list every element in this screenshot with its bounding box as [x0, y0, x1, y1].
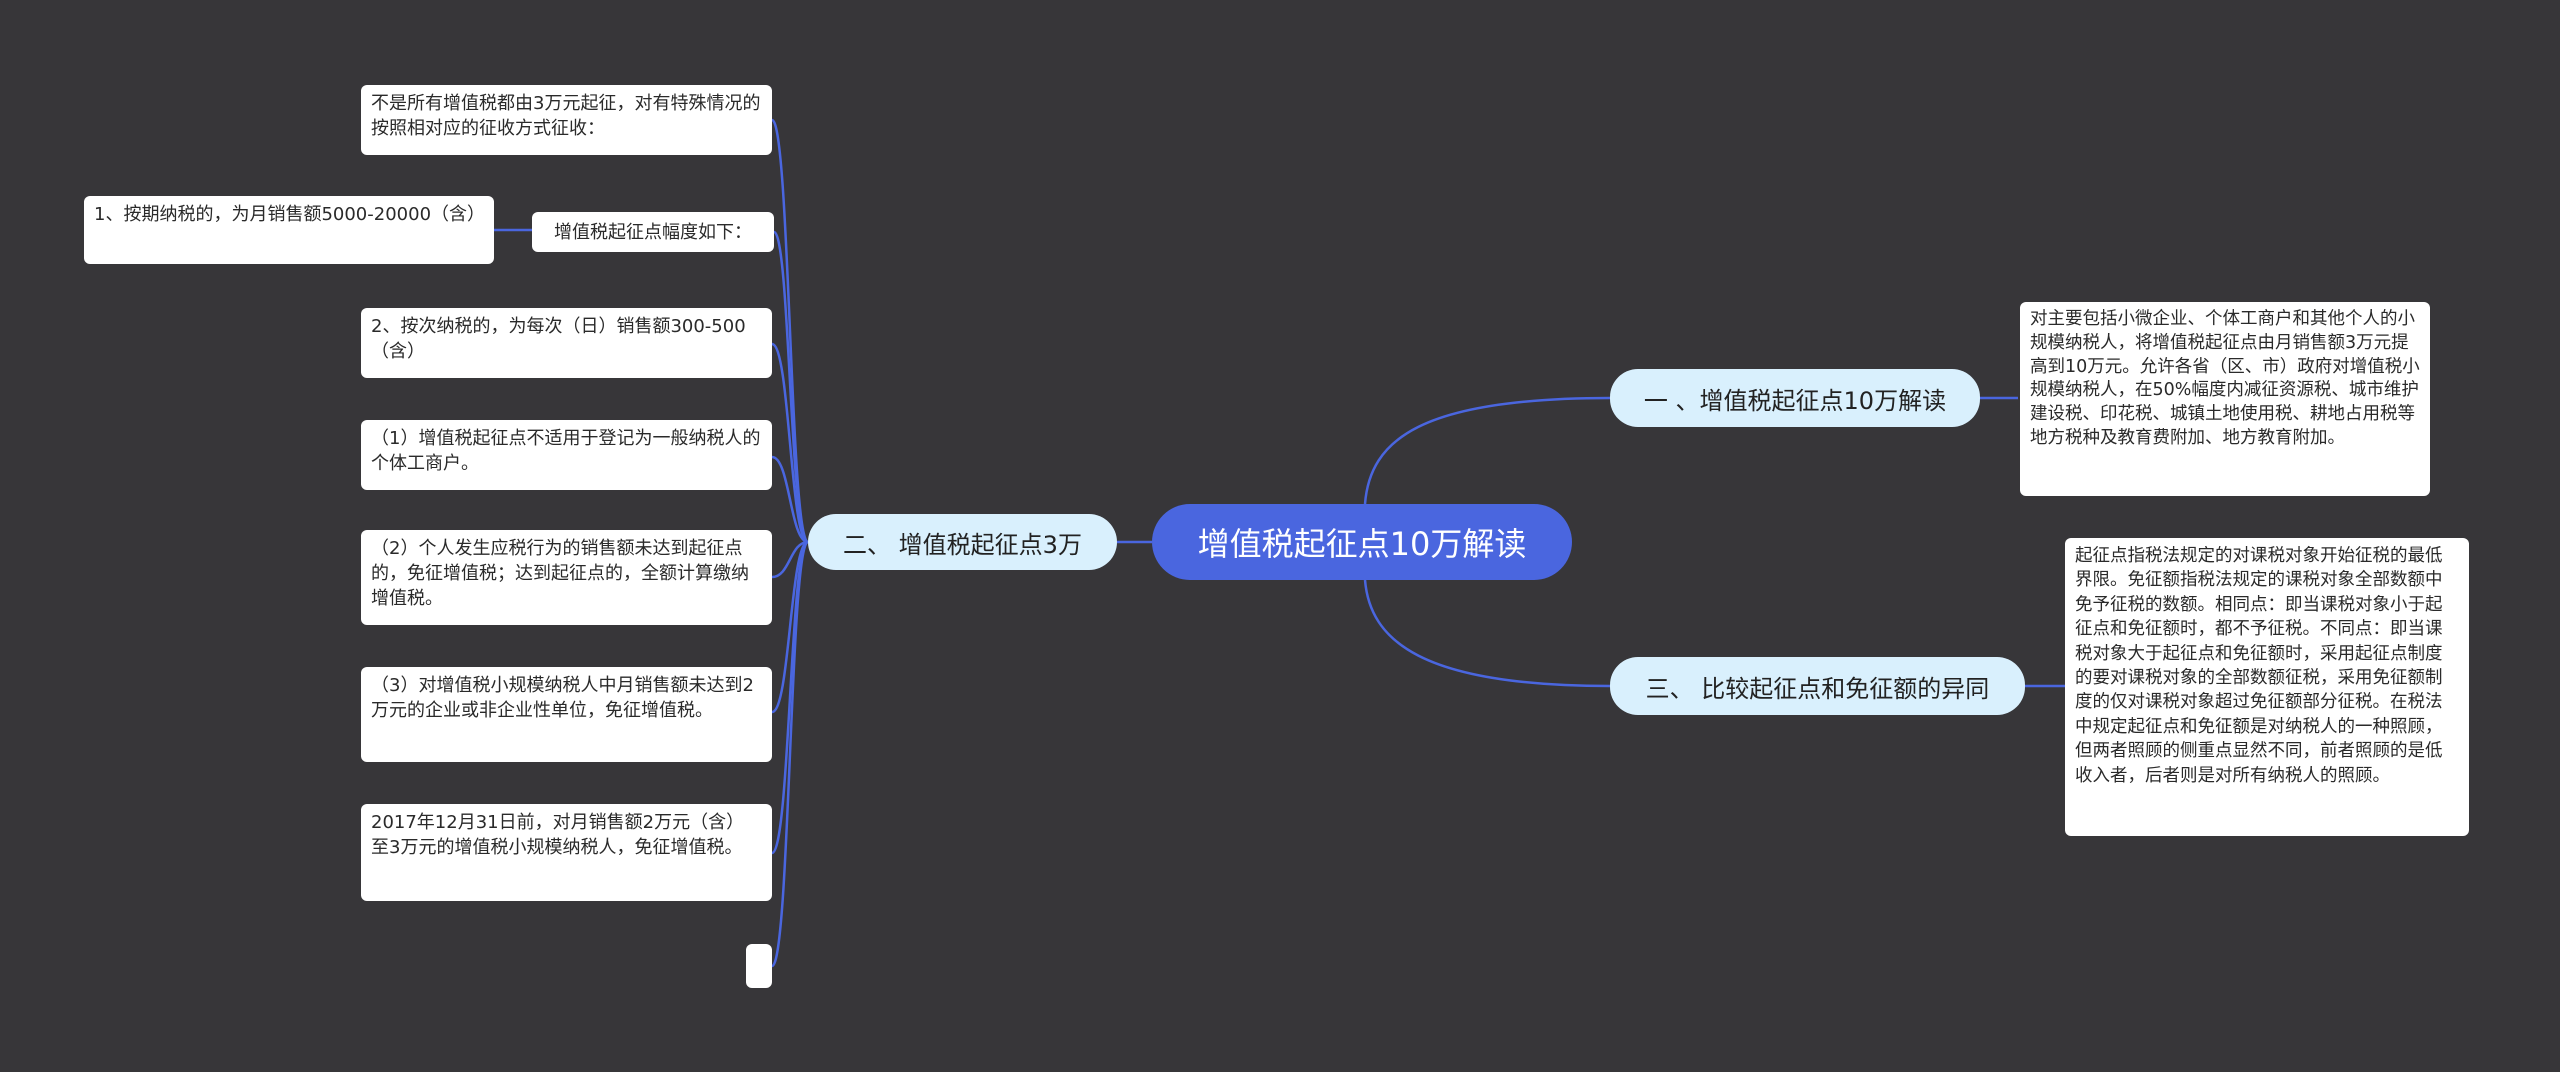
connector-root-b3: [1363, 579, 1611, 688]
connector-b2-item-8: [770, 540, 810, 968]
branch-node-3[interactable]: 三、 比较起征点和免征额的异同: [1610, 657, 2025, 715]
branch-2-item-4: （1）增值税起征点不适用于登记为一般纳税人的个体工商户。: [361, 420, 772, 490]
branch-3-label: 三、 比较起征点和免征额的异同: [1645, 674, 1990, 703]
root-label: 增值税起征点10万解读: [1197, 525, 1527, 563]
connector-b2-item-7: [770, 540, 810, 855]
branch-2-item-7: 2017年12月31日前，对月销售额2万元（含）至3万元的增值税小规模纳税人，免…: [361, 804, 772, 901]
branch-node-2[interactable]: 二、 增值税起征点3万: [808, 514, 1117, 570]
branch-node-1[interactable]: 一 、增值税起征点10万解读: [1610, 369, 1980, 427]
branch-3-text: 起征点指税法规定的对课税对象开始征税的最低界限。免征额指税法规定的课税对象全部数…: [2065, 538, 2469, 836]
root-node[interactable]: 增值税起征点10万解读: [1152, 504, 1572, 580]
branch-2-item-1: 不是所有增值税都由3万元起征，对有特殊情况的按照相对应的征收方式征收：: [361, 85, 772, 155]
connector-b2-item-2: [772, 230, 810, 544]
connector-b2-item-1: [770, 118, 810, 544]
branch-2-item-3: 2、按次纳税的，为每次（日）销售额300-500（含）: [361, 308, 772, 378]
branch-2-item-6: （3）对增值税小规模纳税人中月销售额未达到2万元的企业或非企业性单位，免征增值税…: [361, 667, 772, 762]
mind-map-canvas: 增值税起征点10万解读 一 、增值税起征点10万解读 对主要包括小微企业、个体工…: [0, 0, 2560, 1072]
branch-2-subitem: 1、按期纳税的，为月销售额5000-20000（含）: [84, 196, 494, 264]
branch-2-item-8-empty: [746, 944, 772, 988]
branch-1-text: 对主要包括小微企业、个体工商户和其他个人的小规模纳税人，将增值税起征点由月销售额…: [2020, 302, 2430, 496]
connector-root-b1: [1363, 396, 1611, 505]
branch-2-item-2: 增值税起征点幅度如下：: [532, 212, 774, 252]
branch-2-item-5: （2）个人发生应税行为的销售额未达到起征点的，免征增值税；达到起征点的，全额计算…: [361, 530, 772, 625]
branch-1-label: 一 、增值税起征点10万解读: [1643, 386, 1947, 415]
branch-2-label: 二、 增值税起征点3万: [843, 530, 1082, 559]
